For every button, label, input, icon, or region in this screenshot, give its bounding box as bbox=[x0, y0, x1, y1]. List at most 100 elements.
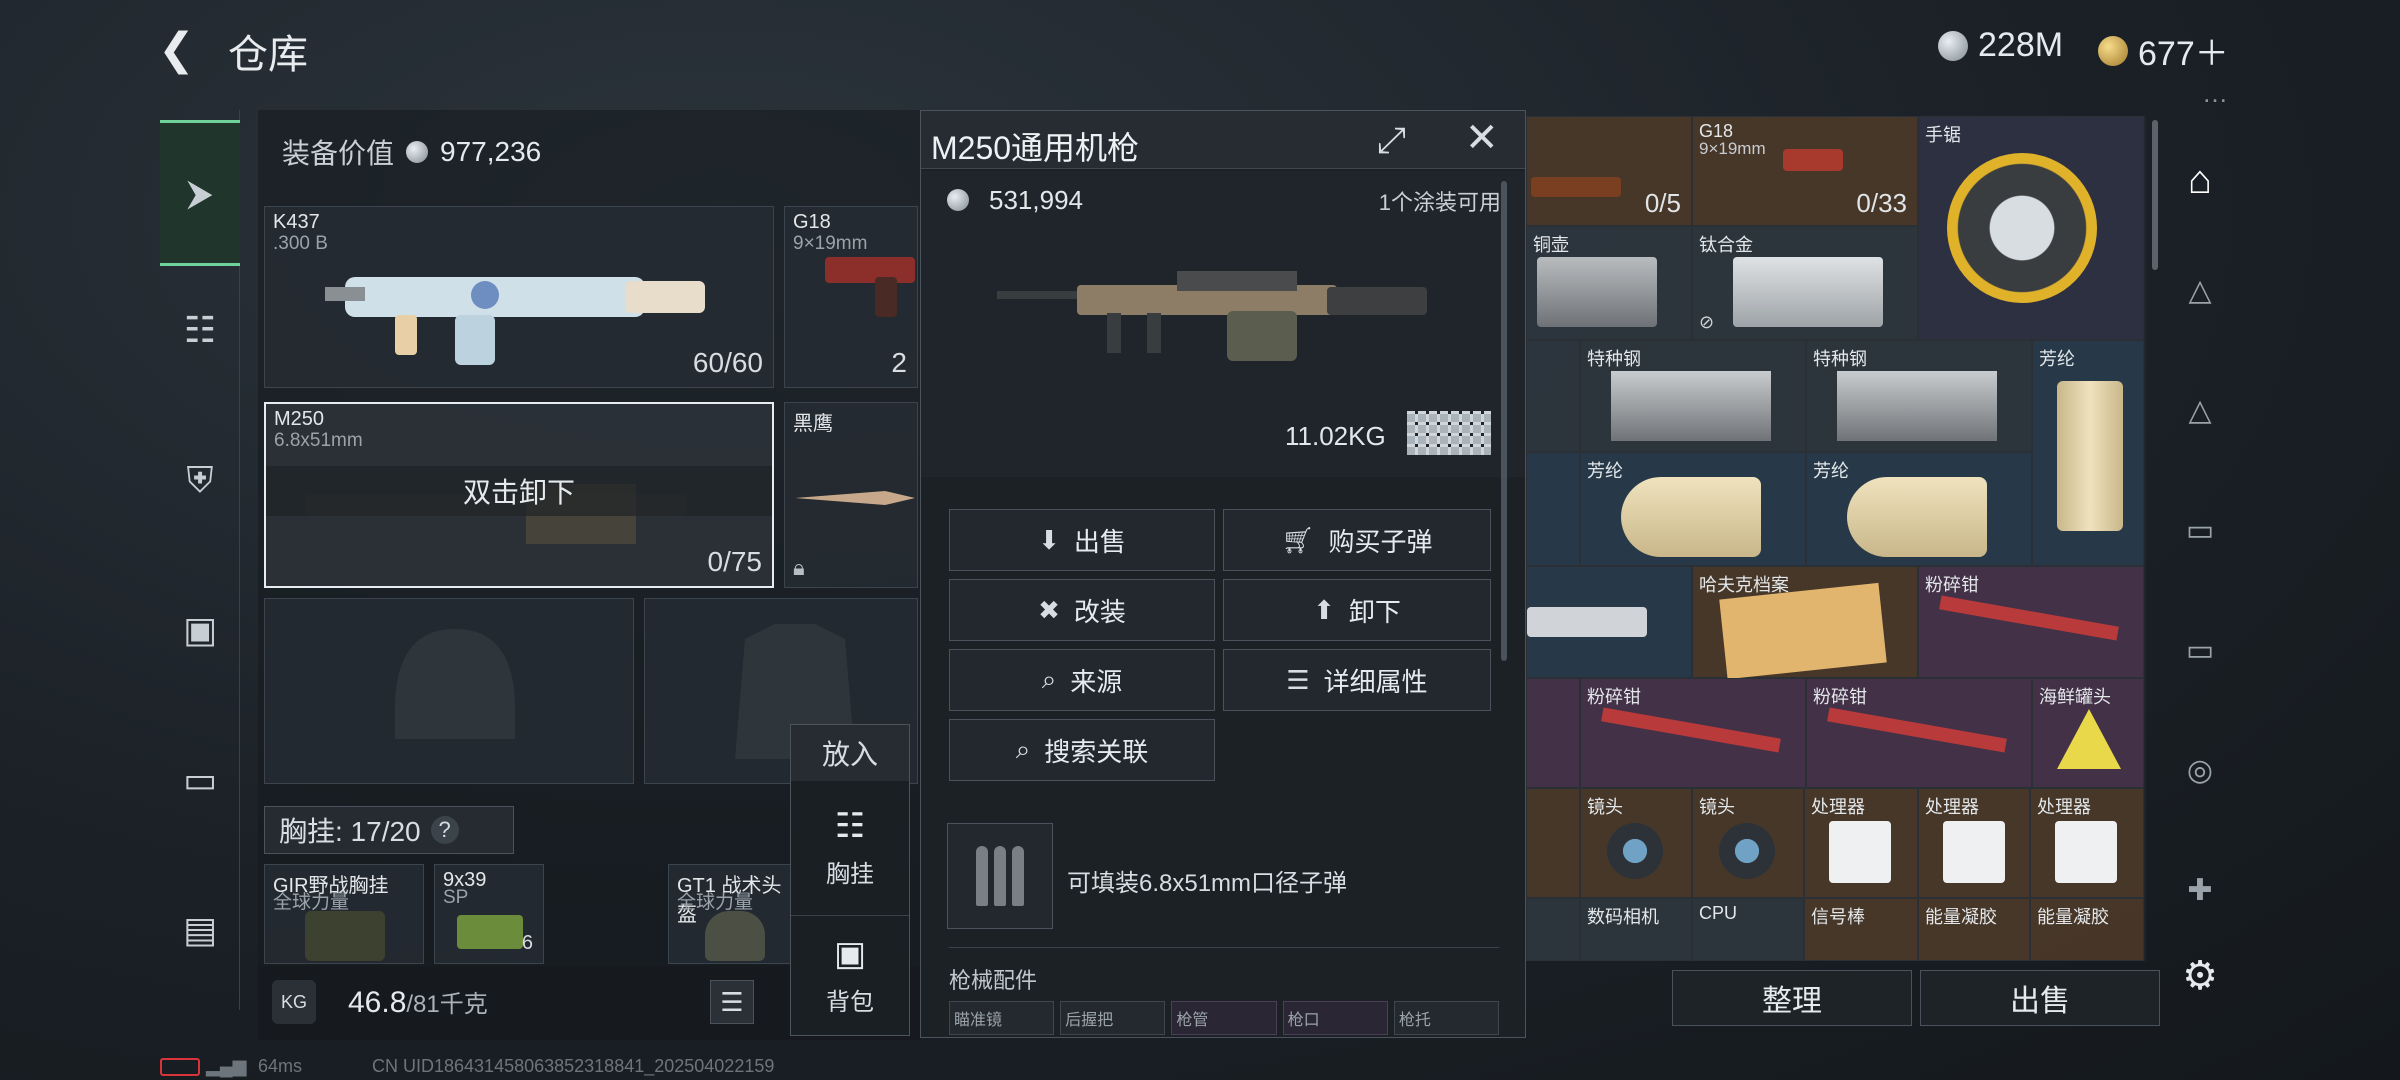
weapon-part-icon bbox=[1531, 177, 1621, 197]
weapon-slot-primary[interactable]: K437 .300 B 60/60 bbox=[264, 206, 774, 388]
settings-gear-icon[interactable]: ⚙ bbox=[2160, 936, 2240, 1016]
put-in-backpack-button[interactable]: ▣ 背包 bbox=[791, 915, 909, 1035]
rig-item[interactable]: 9x39 SP 6 bbox=[434, 864, 544, 964]
list-view-icon[interactable]: ☰ bbox=[710, 980, 754, 1024]
storage-item[interactable]: 芳纶 bbox=[1806, 452, 2032, 566]
storage-tab-2-icon[interactable]: △ bbox=[2160, 370, 2240, 450]
storage-item[interactable]: G18 9×19mm 0/33 bbox=[1692, 116, 1918, 226]
storage-item[interactable]: 芳纶 bbox=[1580, 452, 1806, 566]
rig-category-icon[interactable]: ☷ bbox=[160, 280, 240, 380]
rig-item[interactable]: GT1 战术头盔 全球力量 bbox=[668, 864, 798, 964]
storage-item[interactable] bbox=[1526, 340, 1580, 452]
storage-scrollbar[interactable] bbox=[2152, 120, 2158, 270]
add-storage-icon[interactable]: ✚ bbox=[2160, 850, 2240, 930]
silver-currency[interactable]: 228M bbox=[1938, 26, 2063, 65]
collapse-icon[interactable]: ⤢ bbox=[1377, 119, 1406, 162]
rig-item[interactable]: GIR野战胸挂 全球力量 bbox=[264, 864, 424, 964]
storage-item[interactable]: 特种钢 bbox=[1806, 340, 2032, 452]
attachment-slot[interactable]: 瞄准镜 bbox=[949, 1001, 1055, 1035]
storage-item[interactable] bbox=[1526, 898, 1580, 961]
sell-button[interactable]: ⬇ 出售 bbox=[949, 509, 1215, 571]
gold-coin-icon bbox=[2098, 35, 2128, 66]
document-icon bbox=[1719, 582, 1887, 680]
storage-tab-3-icon[interactable]: ▭ bbox=[2160, 490, 2240, 570]
storage-tab-5-icon[interactable]: ◎ bbox=[2160, 730, 2240, 810]
item-name: 能量凝胶 bbox=[1925, 907, 1997, 927]
attachment-slot[interactable]: 枪管 bbox=[1171, 1001, 1277, 1035]
storage-item[interactable]: 粉碎钳 bbox=[1580, 678, 1806, 788]
weapon-slot-secondary[interactable]: M250 6.8x51mm 双击卸下 0/75 bbox=[264, 402, 774, 588]
pliers-icon bbox=[1827, 707, 2007, 753]
item-sub: 全球力量 bbox=[273, 892, 350, 913]
attachment-slot[interactable]: 后握把 bbox=[1060, 1001, 1166, 1035]
backpack-icon: ▣ bbox=[833, 935, 867, 973]
sell-icon: ⬇ bbox=[1038, 524, 1060, 555]
storage-item[interactable] bbox=[1526, 452, 1580, 566]
lens-icon bbox=[1719, 823, 1775, 879]
storage-item[interactable]: 信号棒 bbox=[1804, 898, 1918, 961]
backpack-category-icon[interactable]: ▣ bbox=[160, 580, 240, 680]
storage-tab-4-icon[interactable]: ▭ bbox=[2160, 610, 2240, 690]
attachment-slot[interactable]: 枪托 bbox=[1393, 1001, 1500, 1035]
storage-item[interactable]: 数码相机 bbox=[1580, 898, 1692, 961]
storage-item[interactable]: 钛合金 ⊘ bbox=[1692, 226, 1918, 340]
menu-dots-icon[interactable]: … bbox=[2202, 78, 2228, 109]
helmet-slot[interactable] bbox=[264, 598, 634, 784]
storage-item[interactable]: 0/5 bbox=[1526, 116, 1692, 226]
storage-item[interactable]: 海鲜罐头 bbox=[2032, 678, 2144, 788]
weight-max: /81千克 bbox=[406, 991, 488, 1018]
weapon-category-icon[interactable]: ⮞ bbox=[160, 120, 240, 266]
storage-item[interactable]: 手锯 bbox=[1918, 116, 2144, 340]
grid-size-icon bbox=[1407, 411, 1491, 455]
back-icon[interactable]: ❮ bbox=[158, 24, 195, 75]
sort-button[interactable]: 整理 bbox=[1672, 970, 1912, 1026]
storage-item[interactable]: 芳纶 bbox=[2032, 340, 2144, 566]
storage-item[interactable] bbox=[1526, 678, 1580, 788]
storage-item[interactable]: 处理器 bbox=[1804, 788, 1918, 898]
put-in-rig-button[interactable]: ☷ 胸挂 bbox=[791, 787, 909, 907]
item-count: 6 bbox=[521, 932, 533, 954]
storage-item[interactable]: 处理器 bbox=[1918, 788, 2030, 898]
storage-item[interactable]: CPU bbox=[1692, 898, 1804, 961]
storage-item[interactable]: 处理器 bbox=[2030, 788, 2144, 898]
source-button[interactable]: ⌕ 来源 bbox=[949, 649, 1215, 711]
unload-label: 卸下 bbox=[1348, 596, 1401, 627]
storage-item[interactable]: 镜头 bbox=[1580, 788, 1692, 898]
attachment-slot[interactable]: 枪口 bbox=[1282, 1001, 1388, 1035]
storage-item[interactable]: 哈夫克档案 bbox=[1692, 566, 1918, 680]
attachments-label: 枪械配件 bbox=[949, 968, 1038, 993]
storage-item[interactable]: 铜壶 bbox=[1526, 226, 1692, 340]
case-category-icon[interactable]: ▤ bbox=[160, 880, 240, 980]
buy-ammo-button[interactable]: 🛒︎ 购买子弹 bbox=[1223, 509, 1491, 571]
storage-item[interactable] bbox=[1526, 566, 1692, 678]
item-name: 特种钢 bbox=[1813, 349, 1867, 369]
container-category-icon[interactable]: ▭ bbox=[160, 730, 240, 830]
melee-slot[interactable]: 黑鹰 🔒︎ bbox=[784, 402, 918, 588]
warehouse-tab-icon[interactable]: ⌂ bbox=[2160, 140, 2240, 220]
details-button[interactable]: ☰ 详细属性 bbox=[1223, 649, 1491, 711]
item-sub: SP bbox=[443, 887, 469, 908]
storage-item[interactable]: 粉碎钳 bbox=[1918, 566, 2144, 678]
item-name: 粉碎钳 bbox=[1925, 575, 1979, 595]
gold-currency[interactable]: 677＋ bbox=[2098, 26, 2229, 75]
weight-current: 46.8 bbox=[348, 986, 407, 1019]
storage-item[interactable] bbox=[1526, 788, 1580, 898]
item-sub: 9×19mm bbox=[1699, 139, 1766, 158]
storage-tab-1-icon[interactable]: △ bbox=[2160, 250, 2240, 330]
lock-icon: 🔒︎ bbox=[793, 555, 805, 580]
unload-button[interactable]: ⬆ 卸下 bbox=[1223, 579, 1491, 641]
weapon-slot-pistol[interactable]: G18 9×19mm 2 bbox=[784, 206, 918, 388]
help-icon[interactable]: ? bbox=[430, 816, 459, 844]
storage-item[interactable]: 能量凝胶 bbox=[2030, 898, 2144, 961]
modify-button[interactable]: ✖ 改装 bbox=[949, 579, 1215, 641]
storage-item[interactable]: 镜头 bbox=[1692, 788, 1804, 898]
storage-item[interactable]: 特种钢 bbox=[1580, 340, 1806, 452]
storage-item[interactable]: 粉碎钳 bbox=[1806, 678, 2032, 788]
popup-scrollbar[interactable] bbox=[1501, 181, 1507, 661]
armor-category-icon[interactable]: ⛨ bbox=[160, 430, 240, 530]
weapon-caliber: 6.8x51mm bbox=[274, 430, 363, 451]
storage-item[interactable]: 能量凝胶 bbox=[1918, 898, 2030, 961]
sell-all-button[interactable]: 出售 bbox=[1920, 970, 2160, 1026]
search-related-button[interactable]: ⌕ 搜索关联 bbox=[949, 719, 1215, 781]
close-icon[interactable]: ✕ bbox=[1465, 115, 1499, 161]
